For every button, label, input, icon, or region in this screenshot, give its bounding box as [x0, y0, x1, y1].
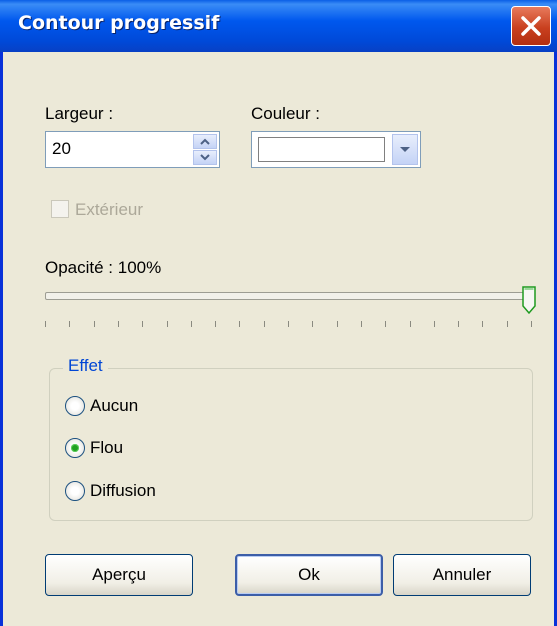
spin-down-button[interactable]: [193, 150, 217, 165]
ok-button[interactable]: Ok: [235, 554, 383, 596]
slider-tick: [458, 321, 459, 327]
close-icon: [521, 16, 541, 36]
color-swatch[interactable]: [258, 137, 385, 162]
arrow-up-icon: [200, 138, 210, 145]
cancel-button[interactable]: Annuler: [393, 554, 531, 596]
slider-tick: [337, 321, 338, 327]
slider-tick: [531, 321, 532, 327]
radio-blur[interactable]: [65, 438, 85, 458]
radio-none-label: Aucun: [90, 396, 139, 415]
slider-tick: [142, 321, 143, 327]
slider-tick: [45, 321, 46, 327]
chevron-down-icon: [400, 147, 410, 152]
slider-tick: [191, 321, 192, 327]
radio-none[interactable]: [65, 396, 85, 416]
slider-tick: [215, 321, 216, 327]
color-dropdown-button[interactable]: [392, 134, 418, 165]
slider-tick: [288, 321, 289, 327]
width-label: Largeur :: [45, 104, 114, 123]
radio-diffusion-label: Diffusion: [90, 481, 156, 500]
slider-tick: [482, 321, 483, 327]
slider-tick: [361, 321, 362, 327]
exterior-label: Extérieur: [75, 200, 144, 219]
width-spinner[interactable]: 20: [45, 131, 220, 168]
radio-blur-label: Flou: [90, 438, 124, 457]
preview-button[interactable]: Aperçu: [45, 554, 193, 596]
slider-tick: [507, 321, 508, 327]
window-title: Contour progressif: [18, 12, 220, 34]
opacity-label: Opacité : 100%: [45, 258, 162, 277]
slider-tick: [312, 321, 313, 327]
slider-tick: [434, 321, 435, 327]
slider-tick: [264, 321, 265, 327]
radio-diffusion[interactable]: [65, 481, 85, 501]
opacity-ticks: [45, 321, 532, 329]
slider-tick: [385, 321, 386, 327]
radio-selected-dot: [71, 444, 79, 452]
arrow-down-icon: [200, 154, 210, 161]
effect-legend: Effet: [63, 356, 108, 376]
slider-tick: [239, 321, 240, 327]
spin-up-button[interactable]: [193, 134, 217, 149]
color-label: Couleur :: [251, 104, 320, 123]
slider-tick: [167, 321, 168, 327]
color-picker[interactable]: [251, 131, 421, 168]
opacity-slider-thumb[interactable]: [522, 286, 536, 316]
slider-tick: [94, 321, 95, 327]
dialog-window: Contour progressif Largeur : 20 Couleur …: [0, 0, 557, 626]
title-bar[interactable]: Contour progressif: [0, 0, 557, 52]
width-input[interactable]: 20: [52, 139, 71, 159]
slider-tick: [410, 321, 411, 327]
exterior-checkbox[interactable]: [51, 200, 69, 218]
opacity-slider-track[interactable]: [45, 292, 532, 300]
slider-tick: [118, 321, 119, 327]
close-button[interactable]: [511, 6, 551, 46]
slider-tick: [69, 321, 70, 327]
